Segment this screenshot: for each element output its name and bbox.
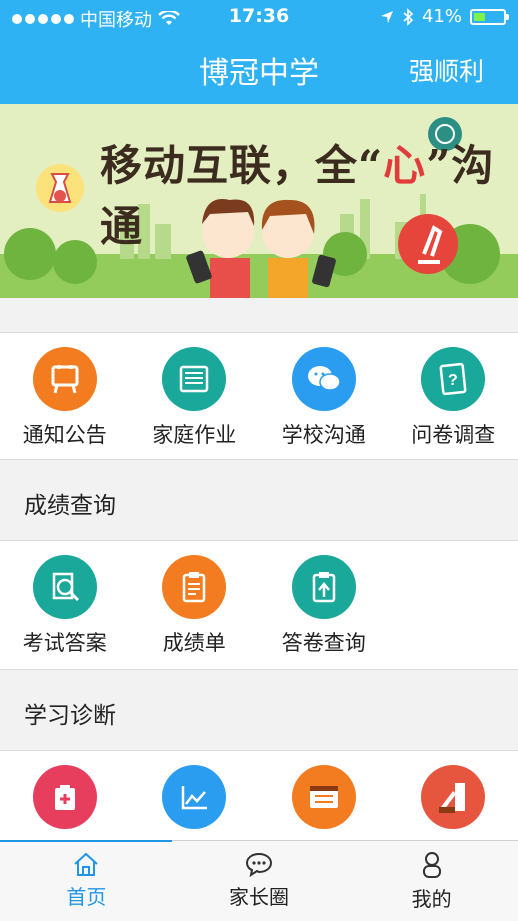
battery-percent: 41% [422,6,462,27]
notice-board-icon [33,347,97,411]
medical-kit-icon [33,765,97,829]
abc-pencil-icon [421,765,485,829]
homework-icon [162,347,226,411]
line-chart-icon [162,765,226,829]
menu-label: 成绩单 [163,627,226,657]
home-icon [72,851,100,877]
menu-exam-answers[interactable]: 考试答案 [0,541,130,669]
tab-bar: 首页 家长圈 我的 [0,840,518,921]
menu-label: 通知公告 [23,419,107,449]
diagnosis-grid [0,751,518,840]
menu-label: 答卷查询 [282,627,366,657]
menu-school-chat[interactable]: 学校沟通 [259,333,389,459]
scores-grid: 考试答案 成绩单 答卷查询 [0,541,518,669]
menu-report-card[interactable]: 成绩单 [130,541,260,669]
active-tab-indicator [0,840,172,842]
search-answer-icon [33,555,97,619]
person-icon [420,851,444,879]
menu-label: 家庭作业 [152,419,236,449]
chat-icon [292,347,356,411]
menu-label: 问卷调查 [411,419,495,449]
tab-label: 家长圈 [229,881,289,910]
menu-survey[interactable]: ? 问卷调查 [389,333,518,459]
menu-diagnosis-1[interactable] [0,751,130,840]
user-name[interactable]: 强顺利 [409,52,484,88]
section-title: 学习诊断 [24,696,116,730]
tab-mine[interactable]: 我的 [345,841,518,921]
tab-label: 我的 [412,883,452,912]
menu-diagnosis-3[interactable] [259,751,389,840]
menu-diagnosis-4[interactable] [389,751,518,840]
status-bar: 中国移动 17:36 41% [0,0,518,34]
tab-home[interactable]: 首页 [0,841,173,921]
report-card-icon [162,555,226,619]
tab-label: 首页 [66,881,106,910]
menu-notice[interactable]: 通知公告 [0,333,130,459]
battery-icon [470,9,506,25]
banner-slogan: 移动互联，全“心”沟通 [100,132,518,254]
promo-banner[interactable]: 移动互联，全“心”沟通 [0,104,518,298]
calculator-board-icon [292,765,356,829]
chat-bubble-icon [245,851,273,877]
survey-icon: ? [421,347,485,411]
header: 中国移动 17:36 41% 博冠中学 强顺利 [0,0,518,104]
bluetooth-icon [402,8,414,26]
answer-sheet-icon [292,555,356,619]
location-arrow-icon [380,10,394,24]
spacer [0,298,518,333]
menu-label: 学校沟通 [282,419,366,449]
slogan-heart: 心 [383,141,426,190]
main-menu-grid: 通知公告 家庭作业 学校沟通 ? 问卷调查 [0,333,518,459]
tab-parent-circle[interactable]: 家长圈 [173,841,346,921]
section-header-scores: 成绩查询 [0,459,518,541]
menu-answer-sheet[interactable]: 答卷查询 [259,541,389,669]
section-title: 成绩查询 [24,486,116,520]
menu-diagnosis-2[interactable] [130,751,260,840]
svg-text:?: ? [448,372,458,389]
menu-homework[interactable]: 家庭作业 [130,333,260,459]
section-header-diagnosis: 学习诊断 [0,669,518,751]
slogan-part1: 移动互联，全“ [100,141,383,190]
menu-label: 考试答案 [23,627,107,657]
